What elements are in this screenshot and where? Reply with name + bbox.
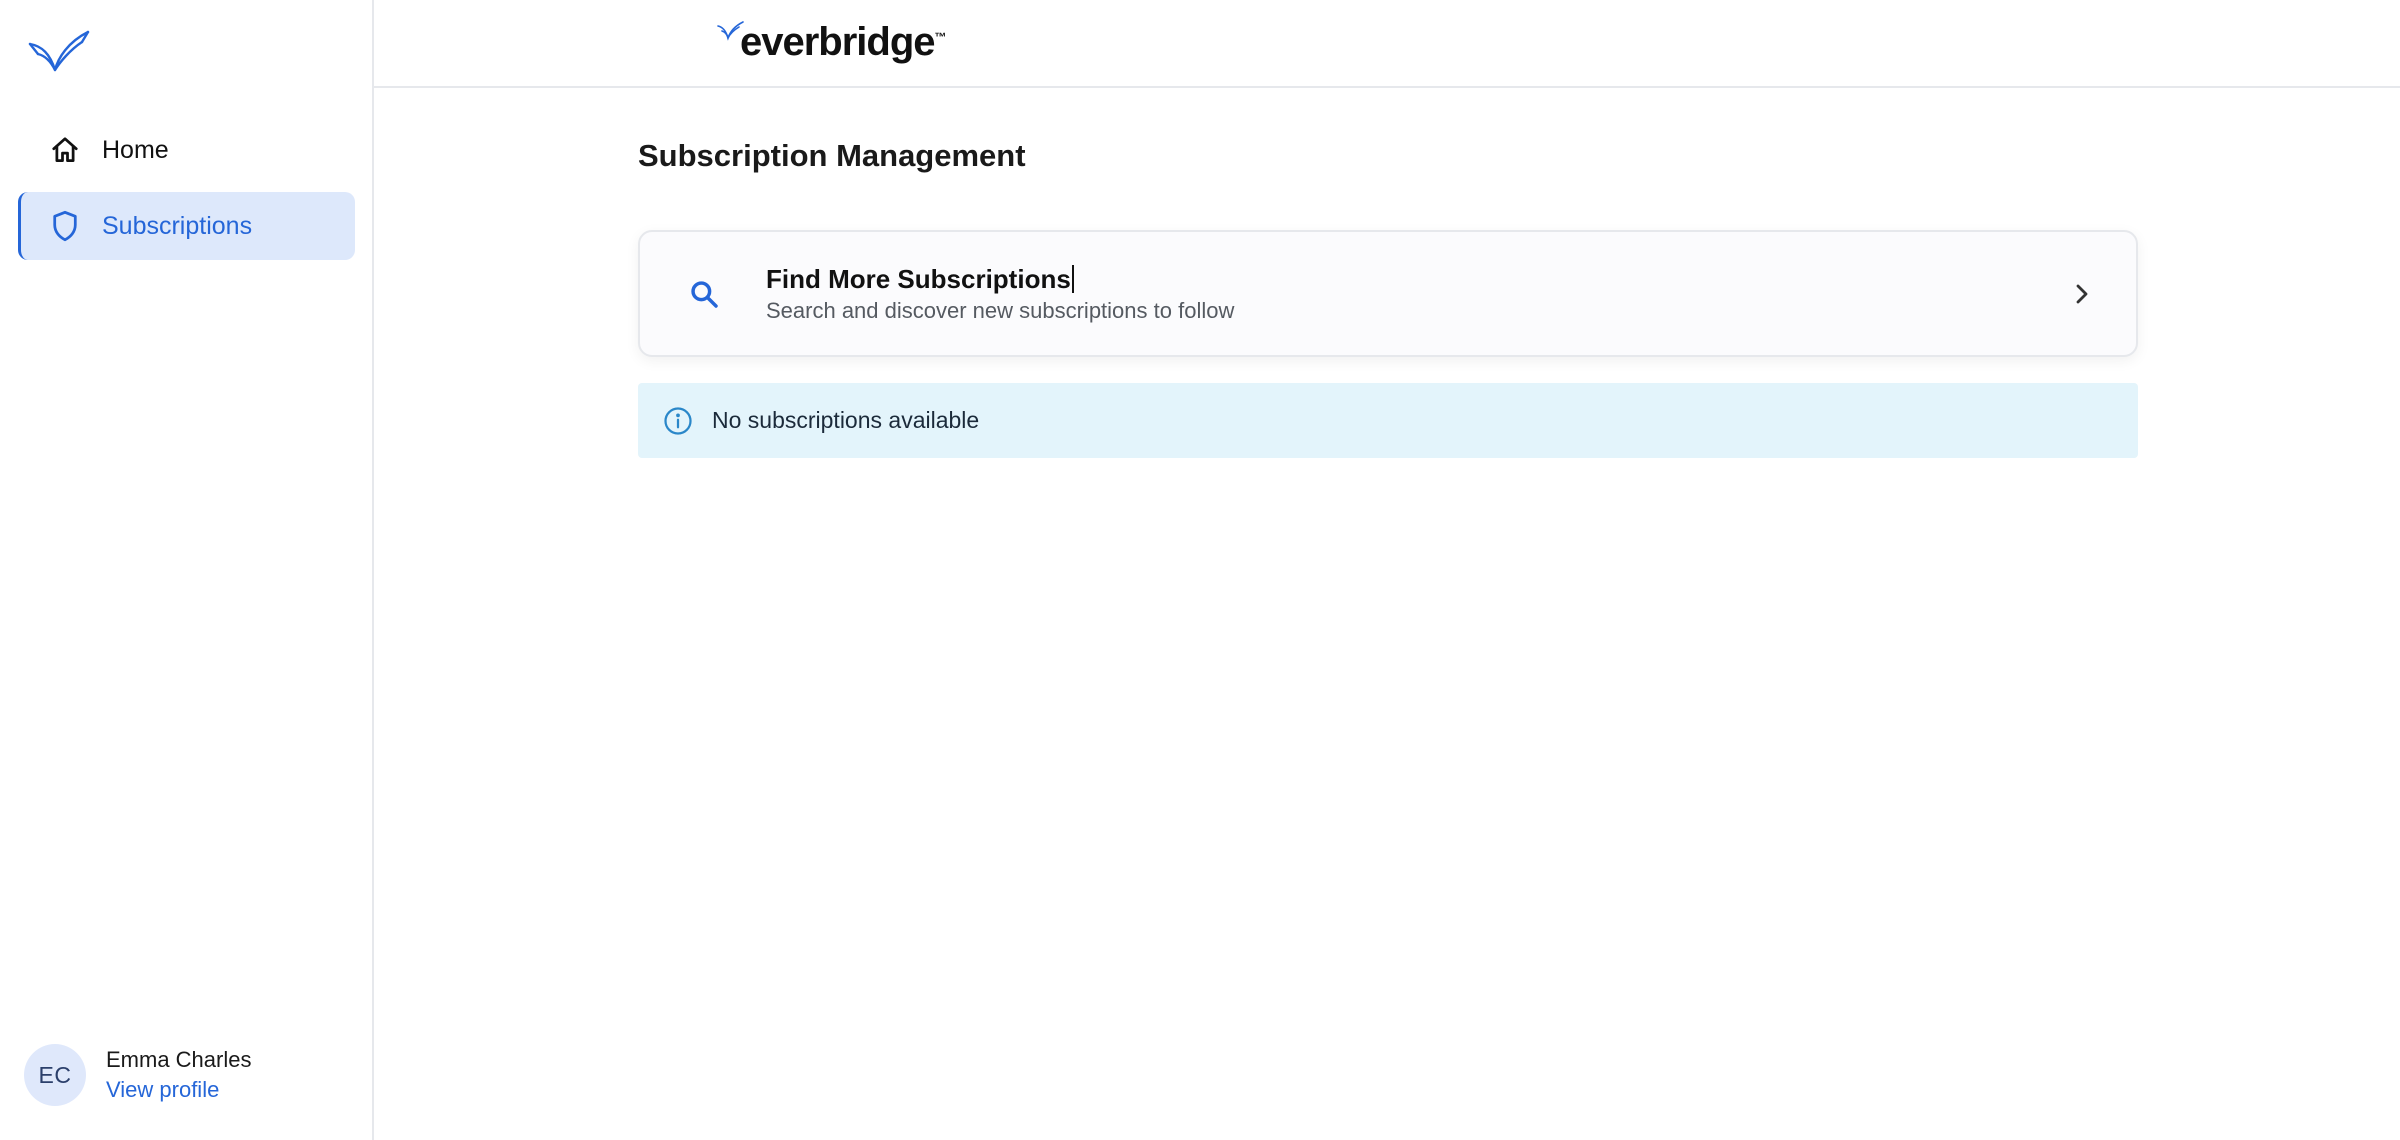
app-root: Home Subscriptions EC Emma Charles View …: [0, 0, 2400, 1140]
chevron-right-icon: [2066, 278, 2098, 310]
search-icon: [686, 276, 722, 312]
profile-text: Emma Charles View profile: [106, 1045, 251, 1105]
info-banner-text: No subscriptions available: [712, 407, 980, 433]
avatar[interactable]: EC: [24, 1044, 86, 1106]
info-icon: [662, 405, 694, 437]
brand-logo[interactable]: everbridge ™: [716, 18, 947, 66]
user-profile: EC Emma Charles View profile: [24, 1044, 251, 1106]
view-profile-link[interactable]: View profile: [106, 1075, 251, 1105]
brand-trademark: ™: [934, 30, 947, 44]
sidebar-item-label: Subscriptions: [102, 211, 253, 240]
home-icon: [48, 133, 82, 167]
page-title: Subscription Management: [638, 138, 1026, 173]
brand-name: everbridge: [740, 20, 936, 64]
sidebar: Home Subscriptions EC Emma Charles View …: [0, 0, 374, 1140]
sidebar-item-label: Home: [102, 135, 169, 164]
profile-name: Emma Charles: [106, 1047, 252, 1072]
everbridge-logo-mark-icon[interactable]: [28, 28, 92, 78]
top-header: everbridge ™: [374, 0, 2400, 88]
text-caret: [1071, 264, 1074, 293]
find-more-subscriptions-card[interactable]: Find More Subscriptions Search and disco…: [638, 230, 2138, 357]
shield-icon: [48, 209, 82, 243]
sidebar-nav: Home Subscriptions: [18, 116, 355, 268]
sidebar-item-home[interactable]: Home: [18, 116, 355, 184]
card-text: Find More Subscriptions Search and disco…: [766, 262, 1234, 326]
sidebar-item-subscriptions[interactable]: Subscriptions: [18, 192, 355, 260]
info-banner: No subscriptions available: [638, 383, 2138, 458]
card-title: Find More Subscriptions: [766, 262, 1234, 296]
card-subtitle: Search and discover new subscriptions to…: [766, 297, 1235, 323]
